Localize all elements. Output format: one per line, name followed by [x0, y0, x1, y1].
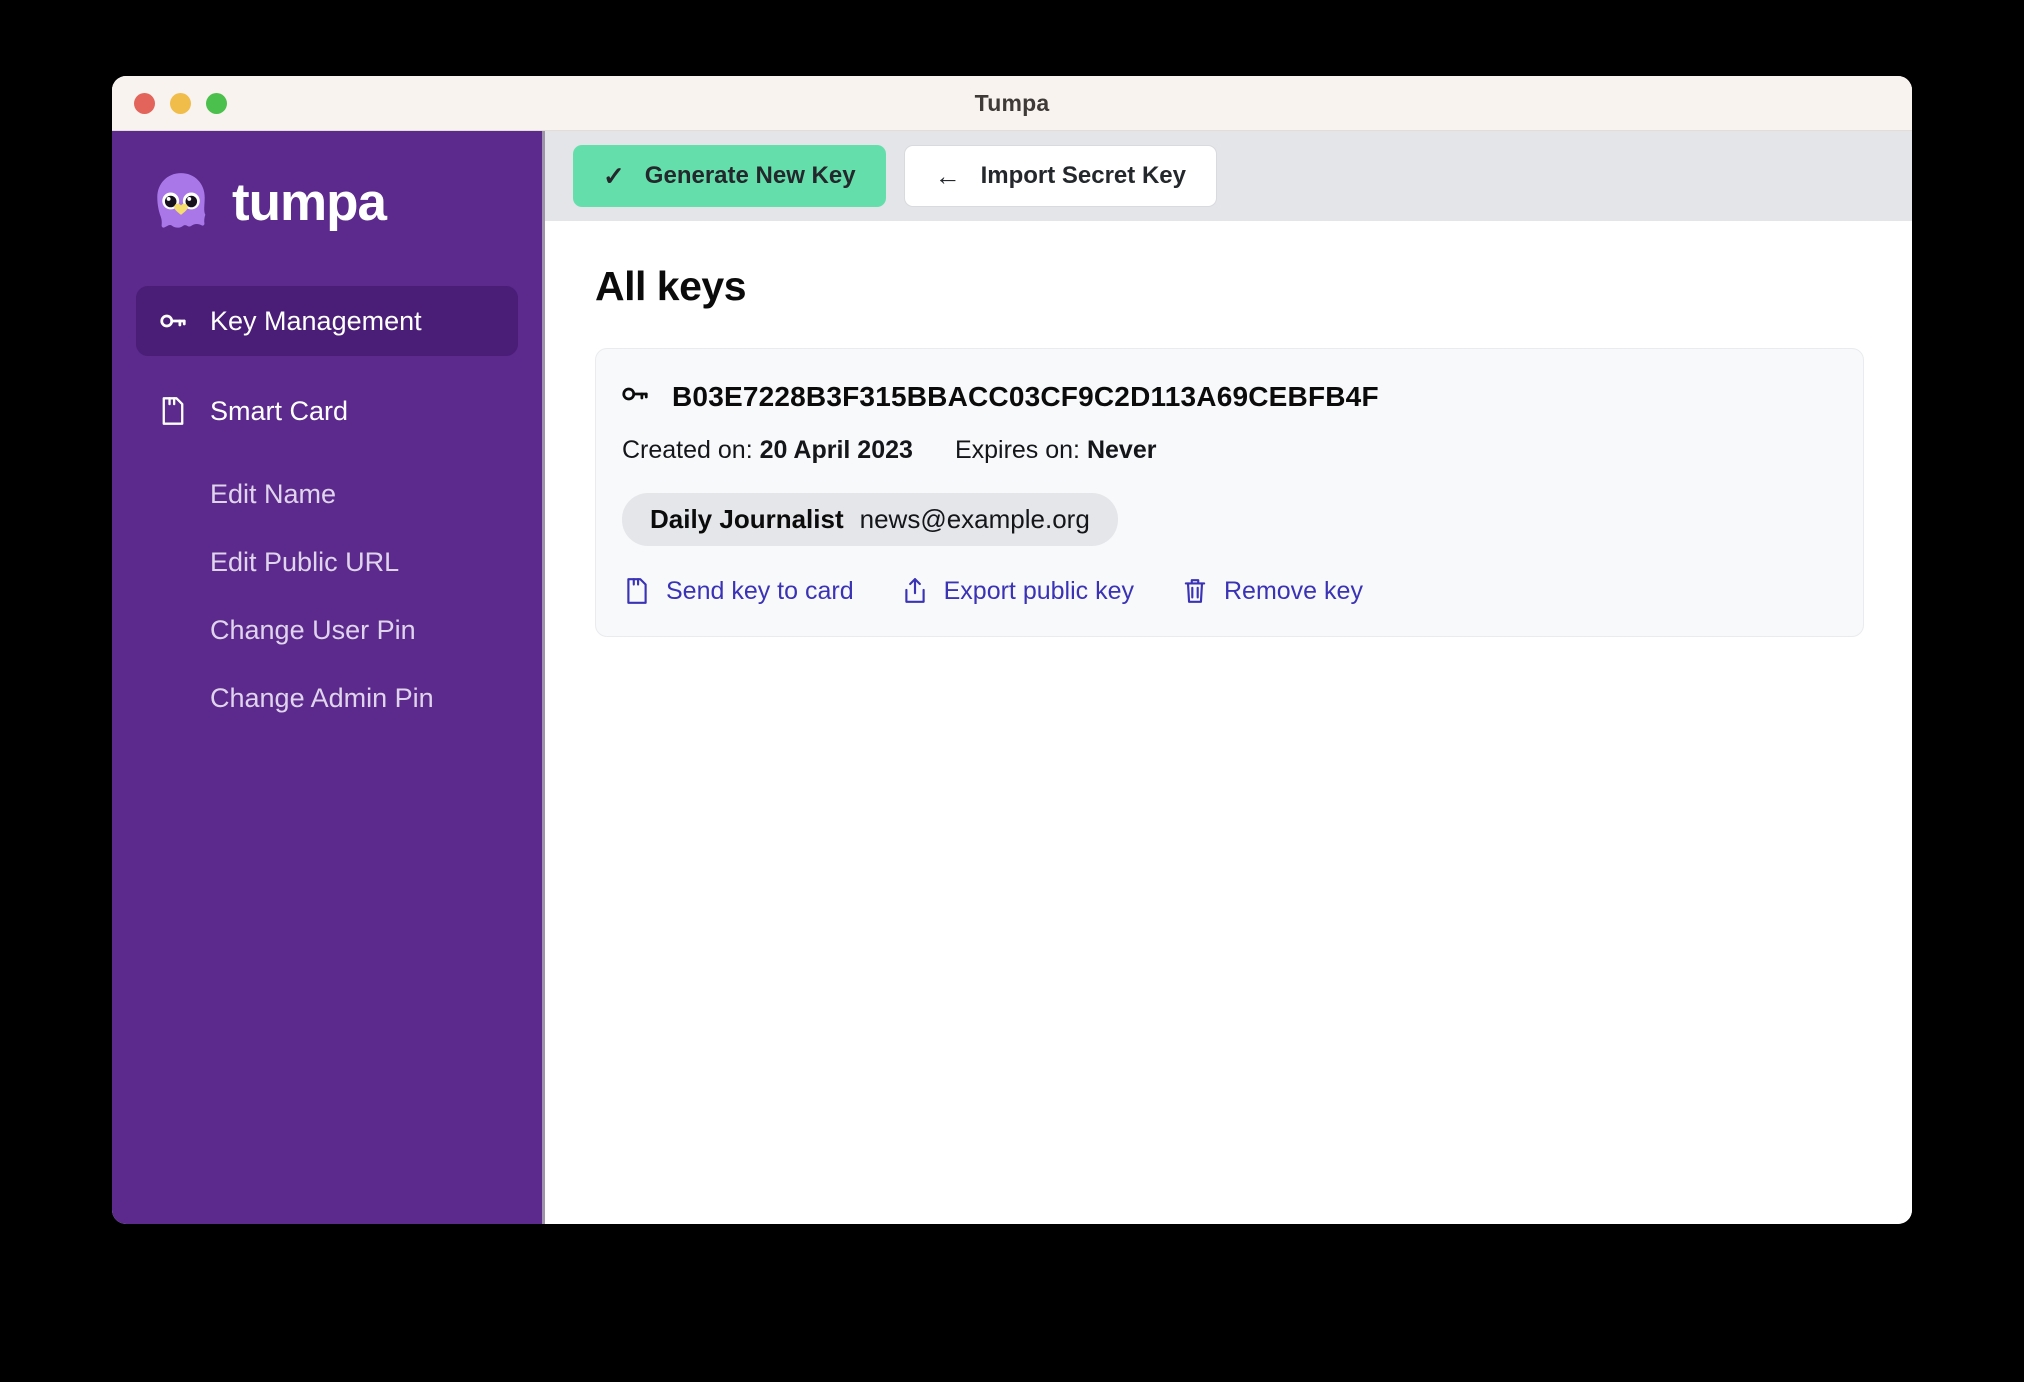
check-icon: ✓: [603, 161, 625, 191]
generate-new-key-label: Generate New Key: [644, 162, 856, 189]
send-key-to-card-label: Send key to card: [666, 576, 854, 605]
expires-on: Expires on: Never: [955, 436, 1157, 465]
sidebar-item-label: Key Management: [210, 305, 422, 336]
key-icon: [620, 379, 650, 414]
user-id-chip: Daily Journalist news@example.org: [622, 493, 1118, 546]
import-secret-key-label: Import Secret Key: [980, 162, 1186, 189]
generate-new-key-button[interactable]: ✓ Generate New Key: [573, 145, 886, 207]
key-header: B03E7228B3F315BBACC03CF9C2D113A69CEBFB4F: [620, 379, 1829, 414]
arrow-left-icon: ←: [934, 161, 961, 191]
key-fingerprint: B03E7228B3F315BBACC03CF9C2D113A69CEBFB4F: [672, 380, 1379, 412]
sidebar-item-label: Smart Card: [210, 395, 349, 426]
remove-key-link[interactable]: Remove key: [1182, 576, 1363, 606]
app-window: Tumpa tumpa Key Management Smart Card Ed…: [112, 76, 1912, 1224]
import-secret-key-button[interactable]: ← Import Secret Key: [903, 145, 1217, 207]
window-body: tumpa Key Management Smart Card Edit Nam…: [112, 131, 1912, 1224]
key-metadata: Created on: 20 April 2023 Expires on: Ne…: [620, 436, 1829, 465]
key-card: B03E7228B3F315BBACC03CF9C2D113A69CEBFB4F…: [595, 348, 1864, 637]
brand-name: tumpa: [232, 172, 387, 232]
sidebar-item-edit-public-url[interactable]: Edit Public URL: [136, 528, 518, 596]
user-id-email: news@example.org: [859, 504, 1090, 534]
sidebar-nav: Key Management Smart Card: [112, 286, 542, 446]
export-public-key-label: Export public key: [943, 576, 1134, 605]
expires-on-label: Expires on:: [954, 436, 1080, 464]
created-on-value: 20 April 2023: [759, 436, 913, 464]
title-bar: Tumpa: [112, 76, 1912, 131]
sidebar-item-smart-card[interactable]: Smart Card: [136, 376, 518, 446]
smart-card-icon: [624, 576, 650, 606]
content-area: All keys B03E7228B3F315BBACC03CF9C2D113A…: [545, 221, 1912, 1224]
sidebar-item-change-admin-pin[interactable]: Change Admin Pin: [136, 664, 518, 732]
window-title: Tumpa: [974, 89, 1050, 116]
sidebar: tumpa Key Management Smart Card Edit Nam…: [112, 131, 545, 1224]
page-title: All keys: [595, 263, 747, 309]
key-icon: [158, 306, 188, 336]
main-panel: ✓ Generate New Key ← Import Secret Key A…: [545, 131, 1912, 1224]
sidebar-item-key-management[interactable]: Key Management: [136, 286, 518, 356]
export-public-key-link[interactable]: Export public key: [902, 576, 1134, 606]
send-key-to-card-link[interactable]: Send key to card: [624, 576, 854, 606]
toolbar: ✓ Generate New Key ← Import Secret Key: [545, 131, 1912, 221]
sidebar-item-change-user-pin[interactable]: Change User Pin: [136, 596, 518, 664]
trash-icon: [1182, 576, 1208, 606]
brand: tumpa: [112, 131, 542, 235]
created-on-label: Created on:: [622, 436, 753, 464]
expires-on-value: Never: [1086, 436, 1157, 464]
bird-logo-icon: [148, 169, 214, 235]
created-on: Created on: 20 April 2023: [622, 436, 913, 465]
key-actions: Send key to card Export public key Remov…: [620, 576, 1829, 606]
remove-key-label: Remove key: [1224, 576, 1363, 605]
smart-card-icon: [158, 396, 188, 426]
share-upload-icon: [902, 576, 928, 606]
user-id-name: Daily Journalist: [650, 504, 844, 534]
sidebar-subnav: Edit Name Edit Public URL Change User Pi…: [112, 460, 542, 732]
sidebar-item-edit-name[interactable]: Edit Name: [136, 460, 518, 528]
